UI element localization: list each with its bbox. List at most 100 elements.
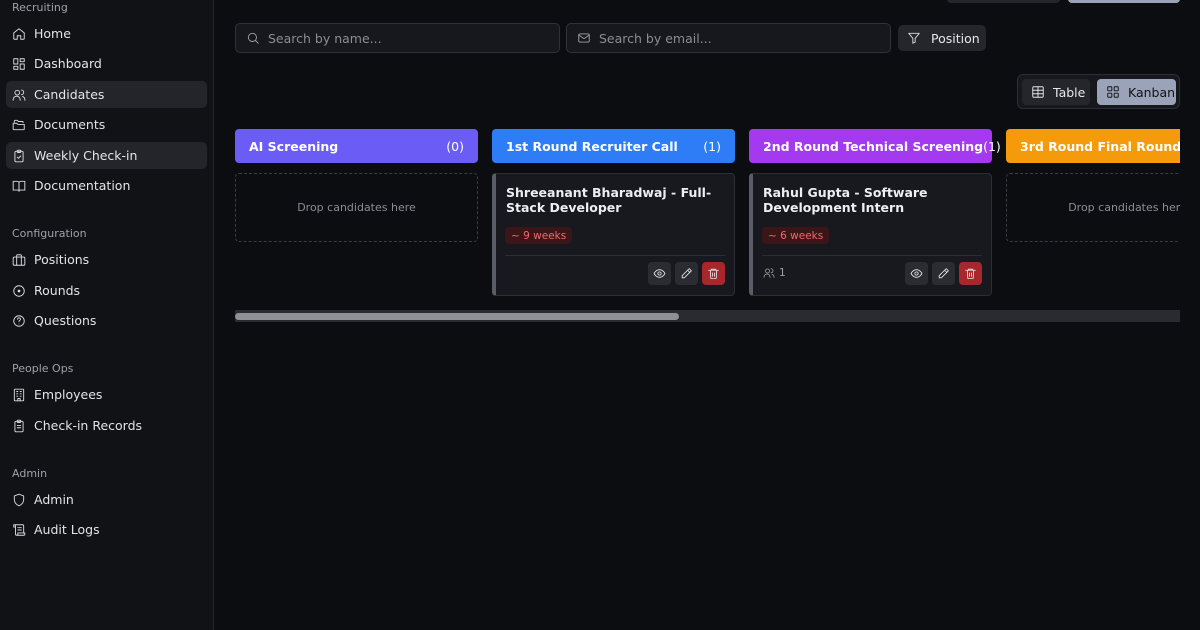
grid-icon <box>1107 86 1119 98</box>
briefcase-icon <box>12 253 26 267</box>
sidebar-item-rounds[interactable]: Rounds <box>6 277 207 304</box>
card-actions <box>905 262 982 285</box>
table-icon <box>1032 86 1044 98</box>
top-primary-button[interactable] <box>1068 0 1180 3</box>
email-search-input[interactable] <box>599 30 879 46</box>
pencil-icon <box>681 268 692 279</box>
interviewers-count: 1 <box>763 267 786 279</box>
eye-icon <box>653 269 666 278</box>
sidebar-item-label: Candidates <box>34 87 105 102</box>
top-action-button[interactable] <box>947 0 1060 3</box>
edit-button[interactable] <box>675 262 698 285</box>
column-title: 2nd Round Technical Screening <box>763 138 984 154</box>
sidebar-item-label: Home <box>34 26 71 41</box>
home-icon <box>12 27 26 41</box>
age-badge: ~ 6 weeks <box>762 227 830 244</box>
position-filter-label: Position <box>931 30 980 46</box>
card-actions <box>648 262 725 285</box>
email-search-field[interactable] <box>566 23 891 53</box>
sidebar-item-admin[interactable]: Admin <box>6 486 207 513</box>
name-search-field[interactable] <box>235 23 560 53</box>
kanban-board: AI Screening (0) Drop candidates here 1s… <box>235 129 1180 314</box>
section-label-configuration: Configuration <box>12 227 87 240</box>
section-label-admin: Admin <box>12 467 48 480</box>
sidebar-item-check-in-records[interactable]: Check-in Records <box>6 412 207 439</box>
trash-icon <box>708 268 719 279</box>
edit-button[interactable] <box>932 262 955 285</box>
building-icon <box>12 388 26 402</box>
table-view-label: Table <box>1053 84 1086 100</box>
sidebar-item-label: Rounds <box>34 283 81 298</box>
view-button[interactable] <box>648 262 671 285</box>
section-label-people-ops: People Ops <box>12 362 74 375</box>
search-icon <box>247 32 259 44</box>
book-icon <box>12 179 26 193</box>
sidebar-item-weekly-check-in[interactable]: Weekly Check-in <box>6 142 207 169</box>
sidebar-item-candidates[interactable]: Candidates <box>6 81 207 108</box>
scroll-icon <box>12 523 26 537</box>
column-header-final-round: 3rd Round Final Round with C <box>1006 129 1180 163</box>
sidebar-item-label: Questions <box>34 313 97 328</box>
sidebar-item-label: Dashboard <box>34 56 102 71</box>
clipboard-check-icon <box>12 149 26 163</box>
table-view-button[interactable]: Table <box>1022 79 1090 105</box>
column-header-recruiter-call: 1st Round Recruiter Call (1) <box>492 129 735 163</box>
sidebar-item-documents[interactable]: Documents <box>6 111 207 138</box>
view-toggle: Table Kanban <box>1017 74 1180 109</box>
sidebar-item-label: Employees <box>34 387 103 402</box>
sidebar-item-documentation[interactable]: Documentation <box>6 172 207 199</box>
column-count: (0) <box>446 138 464 154</box>
sidebar-item-label: Weekly Check-in <box>34 148 138 163</box>
folders-icon <box>12 118 26 132</box>
clipboard-list-icon <box>12 419 26 433</box>
dashboard-icon <box>12 57 26 71</box>
candidate-card-title: Rahul Gupta - Software Development Inter… <box>763 185 928 215</box>
column-dropzone[interactable]: Drop candidates here <box>1006 173 1180 242</box>
shield-icon <box>12 493 26 507</box>
candidate-card[interactable]: Shreeanant Bharadwaj - Full-Stack Develo… <box>492 173 735 296</box>
sidebar-item-home[interactable]: Home <box>6 20 207 47</box>
age-badge: ~ 9 weeks <box>505 227 573 244</box>
sidebar-item-label: Documents <box>34 117 106 132</box>
sidebar-item-audit-logs[interactable]: Audit Logs <box>6 516 207 543</box>
scrollbar-thumb[interactable] <box>235 313 679 320</box>
users-icon <box>12 88 26 102</box>
column-title: 1st Round Recruiter Call <box>506 138 678 154</box>
card-divider <box>762 255 982 256</box>
delete-button[interactable] <box>702 262 725 285</box>
board-scrollbar[interactable] <box>235 310 1180 322</box>
sidebar-item-questions[interactable]: Questions <box>6 307 207 334</box>
pencil-icon <box>938 268 949 279</box>
dropzone-text: Drop candidates here <box>1068 201 1180 214</box>
position-filter-button[interactable]: Position <box>898 25 986 51</box>
column-count: (1) <box>983 138 1001 154</box>
sidebar-item-label: Admin <box>34 492 74 507</box>
kanban-view-label: Kanban <box>1128 84 1176 100</box>
candidate-card-title: Shreeanant Bharadwaj - Full-Stack Develo… <box>506 185 712 215</box>
name-search-input[interactable] <box>268 30 548 46</box>
column-count: (1) <box>703 138 721 154</box>
sidebar: Recruiting Home Dashboard Candidates Doc… <box>0 0 214 630</box>
column-title: 3rd Round Final Round with C <box>1020 138 1180 154</box>
view-button[interactable] <box>905 262 928 285</box>
users-icon <box>763 268 775 278</box>
eye-icon <box>910 269 923 278</box>
column-dropzone[interactable]: Drop candidates here <box>235 173 478 242</box>
sidebar-item-dashboard[interactable]: Dashboard <box>6 50 207 77</box>
trash-icon <box>965 268 976 279</box>
sidebar-item-positions[interactable]: Positions <box>6 246 207 273</box>
card-divider <box>505 255 725 256</box>
delete-button[interactable] <box>959 262 982 285</box>
column-title: AI Screening <box>249 138 339 154</box>
column-header-technical-screening: 2nd Round Technical Screening (1) <box>749 129 1001 163</box>
filter-icon <box>908 32 920 44</box>
dropzone-text: Drop candidates here <box>297 201 416 214</box>
mail-icon <box>578 33 590 43</box>
sidebar-item-label: Positions <box>34 252 90 267</box>
circle-dot-icon <box>12 284 26 298</box>
sidebar-item-employees[interactable]: Employees <box>6 381 207 408</box>
candidate-card[interactable]: Rahul Gupta - Software Development Inter… <box>749 173 992 296</box>
kanban-view-button[interactable]: Kanban <box>1097 79 1176 105</box>
help-circle-icon <box>12 314 26 328</box>
column-header-ai-screening: AI Screening (0) <box>235 129 478 163</box>
